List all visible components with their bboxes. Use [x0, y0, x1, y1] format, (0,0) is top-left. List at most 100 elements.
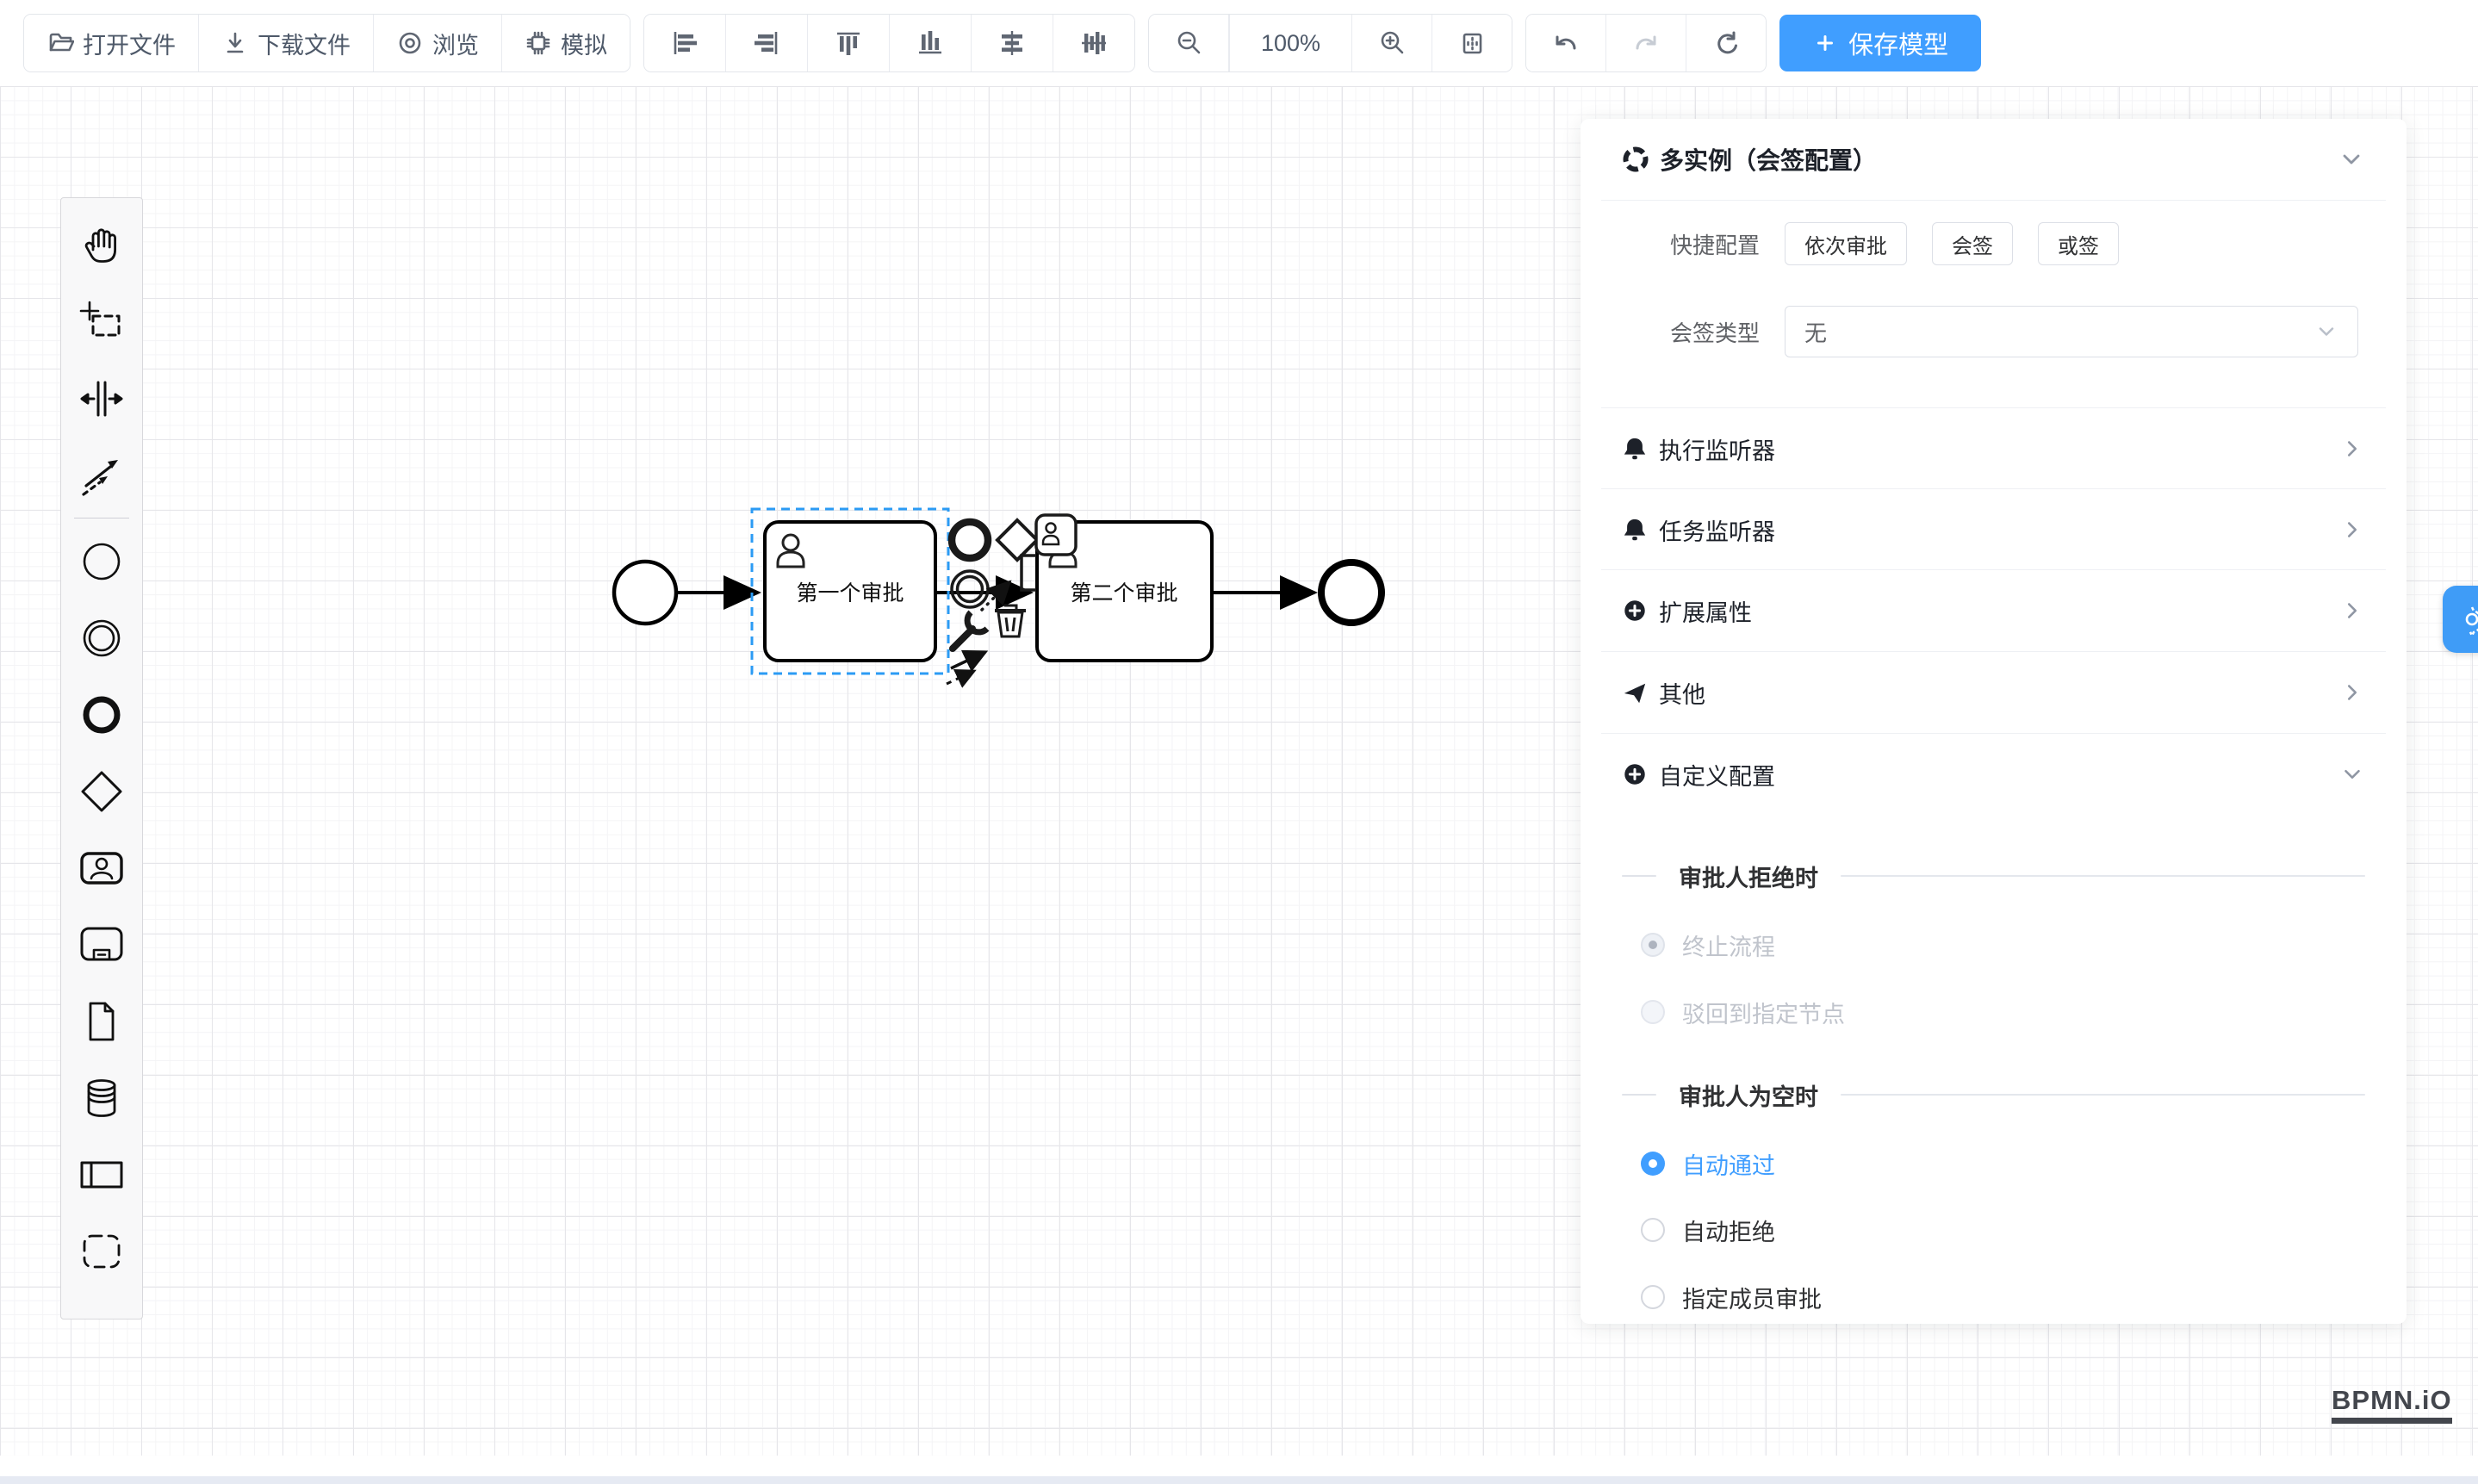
horizontal-scrollbar[interactable]: [0, 1476, 2478, 1484]
section-execution-listener[interactable]: 执行监听器: [1601, 407, 2386, 489]
text-annotation-icon[interactable]: [982, 556, 1036, 610]
preview-button[interactable]: 浏览: [374, 15, 502, 71]
create-intermediate-event[interactable]: [61, 599, 142, 676]
user-task-1[interactable]: 第一个审批: [765, 522, 935, 661]
align-right-button[interactable]: [726, 15, 808, 71]
chevron-down-icon: [2314, 320, 2338, 344]
chevron-right-icon: [2339, 517, 2365, 543]
save-model-label: 保存模型: [1848, 25, 1948, 61]
section-other[interactable]: 其他: [1601, 651, 2386, 733]
undo-icon: [1552, 29, 1580, 57]
radio-assign-member[interactable]: 指定成员审批: [1641, 1277, 2365, 1317]
radio-return-to-node[interactable]: 驳回到指定节点: [1641, 992, 2365, 1032]
zoom-out-icon: [1175, 29, 1202, 57]
align-left-icon: [670, 28, 699, 58]
global-connect-tool[interactable]: [61, 437, 142, 513]
align-bottom-button[interactable]: [890, 15, 972, 71]
properties-panel: 多实例（会签配置） 快捷配置 依次审批 会签 或签 会签类型 无 执行监听器: [1581, 119, 2407, 1324]
radio-unchecked-disabled-icon: [1641, 1000, 1665, 1024]
space-tool[interactable]: [61, 360, 142, 437]
create-user-task[interactable]: [61, 829, 142, 906]
chevron-down-icon: [2339, 761, 2365, 787]
radio-checked-disabled-icon: [1641, 933, 1665, 957]
align-center-vertical-button[interactable]: [1053, 15, 1134, 71]
refresh-button[interactable]: [1686, 15, 1766, 71]
quick-option-countersign[interactable]: 会签: [1932, 222, 2013, 265]
redo-button[interactable]: [1606, 15, 1686, 71]
data-object-icon: [79, 999, 124, 1044]
panel-title: 多实例（会签配置）: [1660, 142, 1877, 177]
save-model-button[interactable]: 保存模型: [1779, 15, 1981, 71]
align-top-button[interactable]: [808, 15, 890, 71]
radio-unchecked-icon: [1641, 1285, 1665, 1309]
user-task-icon: [78, 846, 126, 891]
create-group[interactable]: [61, 1213, 142, 1289]
wrench-icon[interactable]: [953, 612, 987, 649]
connect-icon[interactable]: [947, 652, 985, 684]
align-button-group: [643, 14, 1135, 72]
create-gateway[interactable]: [61, 753, 142, 829]
radio-terminate-process[interactable]: 终止流程: [1641, 925, 2365, 965]
settings-tab[interactable]: [2443, 586, 2478, 653]
end-event-icon: [79, 692, 124, 737]
start-event[interactable]: [614, 562, 676, 624]
sign-type-select[interactable]: 无: [1785, 306, 2358, 357]
radio-unchecked-icon: [1641, 1218, 1665, 1242]
sign-type-label: 会签类型: [1622, 316, 1760, 348]
align-center-horizontal-button[interactable]: [972, 15, 1053, 71]
lasso-tool-icon: [79, 300, 124, 345]
bell-icon: [1622, 436, 1648, 462]
append-intermediate-event-icon[interactable]: [952, 571, 988, 607]
trash-icon[interactable]: [995, 605, 1026, 636]
send-icon: [1622, 680, 1648, 705]
sign-type-row: 会签类型 无: [1622, 306, 2365, 357]
radio-auto-reject[interactable]: 自动拒绝: [1641, 1210, 2365, 1250]
append-gateway-icon[interactable]: [997, 520, 1037, 560]
create-subprocess[interactable]: [61, 906, 142, 983]
global-connect-icon: [79, 453, 124, 498]
end-event[interactable]: [1321, 562, 1382, 623]
radio-auto-pass[interactable]: 自动通过: [1641, 1144, 2365, 1183]
align-right-icon: [752, 28, 781, 58]
quick-option-sequential[interactable]: 依次审批: [1785, 222, 1907, 265]
zoom-out-button[interactable]: [1149, 15, 1229, 71]
empty-group-title: 审批人为空时: [1622, 1075, 2365, 1115]
bpmn-io-logo[interactable]: BPMN.iO: [2332, 1385, 2452, 1416]
panel-header[interactable]: 多实例（会签配置）: [1601, 119, 2386, 201]
space-tool-icon: [79, 376, 124, 421]
align-bottom-icon: [916, 28, 945, 58]
section-custom-config[interactable]: 自定义配置: [1601, 733, 2386, 815]
create-data-store[interactable]: [61, 1059, 142, 1136]
hand-tool[interactable]: [61, 207, 142, 283]
zoom-level: 100%: [1229, 15, 1352, 71]
download-icon: [221, 29, 249, 57]
section-extended-properties[interactable]: 扩展属性: [1601, 569, 2386, 651]
fit-viewport-button[interactable]: [1432, 15, 1512, 71]
download-file-button[interactable]: 下载文件: [199, 15, 374, 71]
file-button-group: 打开文件 下载文件 浏览 模拟: [23, 14, 630, 72]
sign-type-value: 无: [1804, 316, 1827, 348]
create-start-event[interactable]: [61, 523, 142, 599]
create-participant[interactable]: [61, 1136, 142, 1213]
task-label: 第一个审批: [796, 581, 904, 605]
append-user-task-icon[interactable]: [1036, 515, 1076, 555]
open-file-button[interactable]: 打开文件: [24, 15, 199, 71]
lasso-tool[interactable]: [61, 283, 142, 360]
zoom-in-icon: [1378, 29, 1406, 57]
create-end-event[interactable]: [61, 676, 142, 753]
participant-icon: [78, 1152, 126, 1197]
plus-icon: [1812, 30, 1838, 56]
chevron-down-icon: [2338, 146, 2365, 173]
create-data-object[interactable]: [61, 983, 142, 1059]
section-task-listener[interactable]: 任务监听器: [1601, 488, 2386, 570]
multi-instance-icon: [1622, 146, 1649, 173]
quick-option-orsign[interactable]: 或签: [2038, 222, 2119, 265]
append-end-event-icon[interactable]: [952, 522, 988, 558]
undo-button[interactable]: [1526, 15, 1606, 71]
chevron-right-icon: [2339, 598, 2365, 624]
zoom-button-group: 100%: [1148, 14, 1512, 72]
zoom-in-button[interactable]: [1352, 15, 1432, 71]
hand-tool-icon: [79, 223, 124, 268]
align-left-button[interactable]: [644, 15, 726, 71]
simulate-button[interactable]: 模拟: [502, 15, 630, 71]
